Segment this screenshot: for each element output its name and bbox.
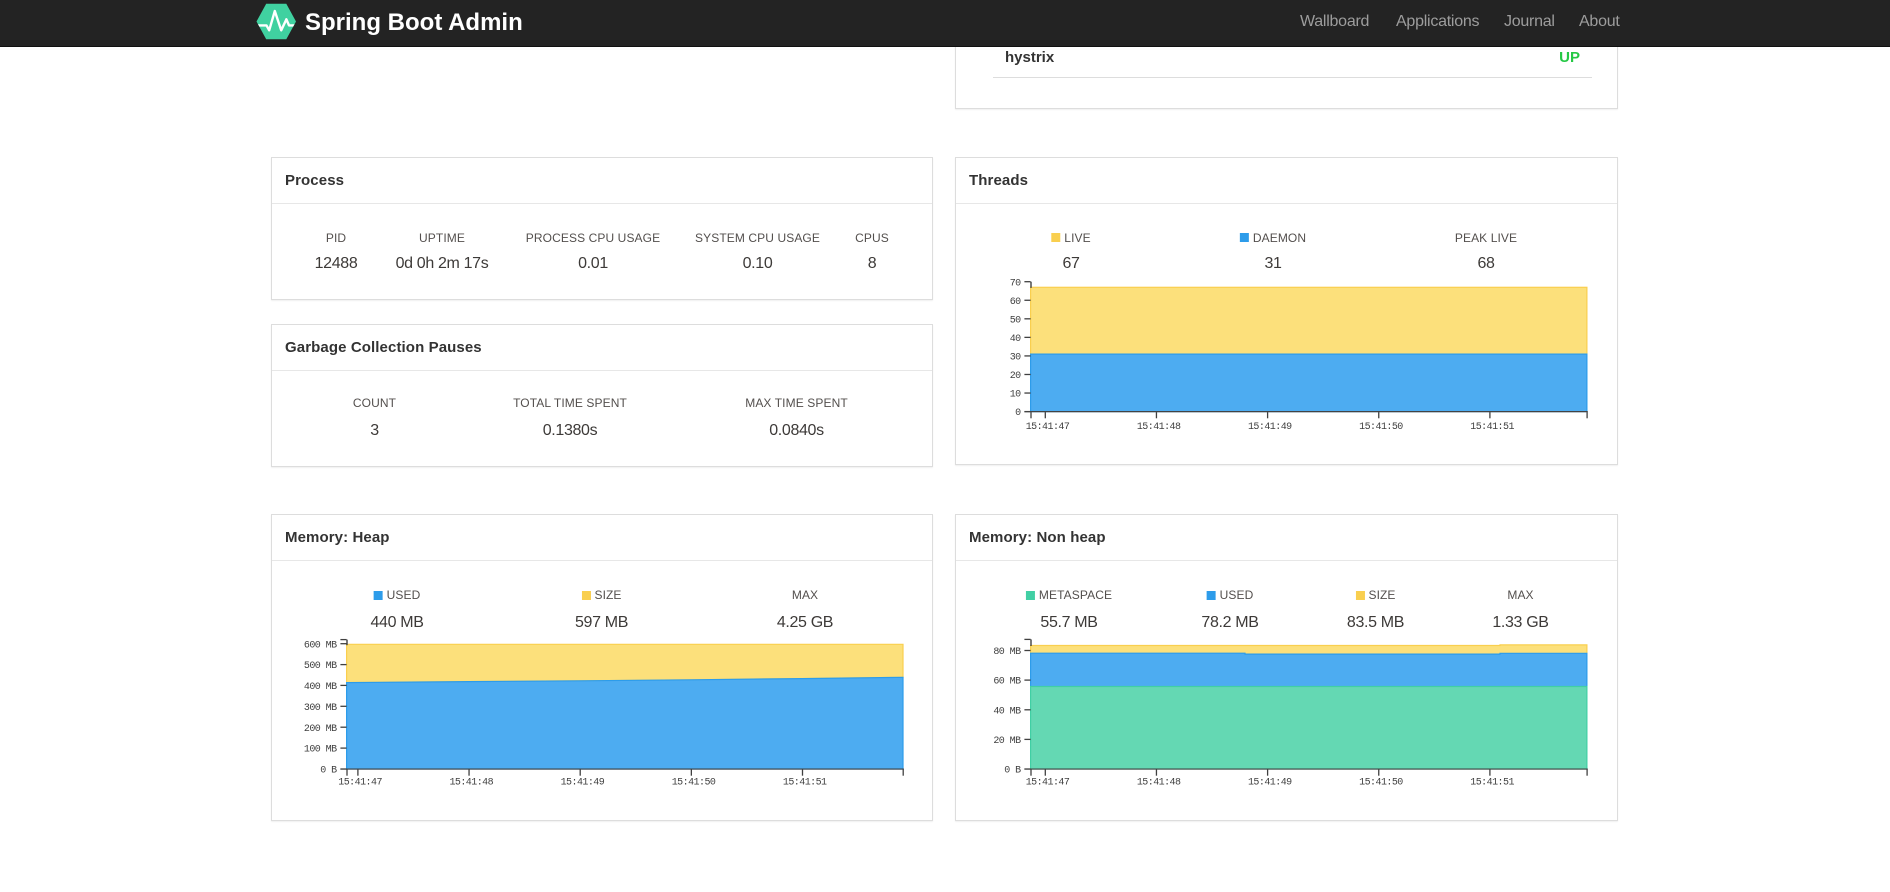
svg-text:30: 30 — [1010, 353, 1021, 364]
svg-text:15:41:50: 15:41:50 — [1359, 422, 1403, 433]
svg-text:15:41:48: 15:41:48 — [1137, 778, 1181, 789]
svg-text:15:41:49: 15:41:49 — [561, 778, 605, 789]
svg-text:600 MB: 600 MB — [304, 640, 337, 651]
svg-text:15:41:51: 15:41:51 — [1470, 778, 1514, 789]
svg-text:15:41:48: 15:41:48 — [1137, 422, 1181, 433]
svg-text:15:41:51: 15:41:51 — [1470, 422, 1514, 433]
svg-text:15:41:47: 15:41:47 — [1026, 422, 1070, 433]
svg-text:60 MB: 60 MB — [993, 677, 1021, 688]
svg-text:40: 40 — [1010, 334, 1021, 345]
svg-text:200 MB: 200 MB — [304, 724, 337, 735]
svg-text:500 MB: 500 MB — [304, 661, 337, 672]
svg-text:50: 50 — [1010, 315, 1021, 326]
svg-text:15:41:48: 15:41:48 — [449, 778, 493, 789]
svg-text:100 MB: 100 MB — [304, 745, 337, 756]
svg-text:15:41:51: 15:41:51 — [783, 778, 827, 789]
svg-text:300 MB: 300 MB — [304, 703, 337, 714]
svg-text:15:41:50: 15:41:50 — [672, 778, 716, 789]
svg-text:40 MB: 40 MB — [993, 706, 1021, 717]
svg-text:60: 60 — [1010, 297, 1021, 308]
svg-text:15:41:50: 15:41:50 — [1359, 778, 1403, 789]
svg-text:70: 70 — [1010, 278, 1021, 289]
svg-text:80 MB: 80 MB — [993, 647, 1021, 658]
svg-text:400 MB: 400 MB — [304, 682, 337, 693]
svg-text:15:41:49: 15:41:49 — [1248, 422, 1292, 433]
svg-text:0 B: 0 B — [1004, 766, 1021, 777]
svg-text:15:41:47: 15:41:47 — [1026, 778, 1070, 789]
svg-text:15:41:49: 15:41:49 — [1248, 778, 1292, 789]
svg-text:15:41:47: 15:41:47 — [338, 778, 382, 789]
svg-text:10: 10 — [1010, 390, 1021, 401]
svg-text:0 B: 0 B — [320, 766, 337, 777]
svg-text:20: 20 — [1010, 371, 1021, 382]
svg-text:20 MB: 20 MB — [993, 736, 1021, 747]
svg-text:0: 0 — [1015, 408, 1021, 419]
